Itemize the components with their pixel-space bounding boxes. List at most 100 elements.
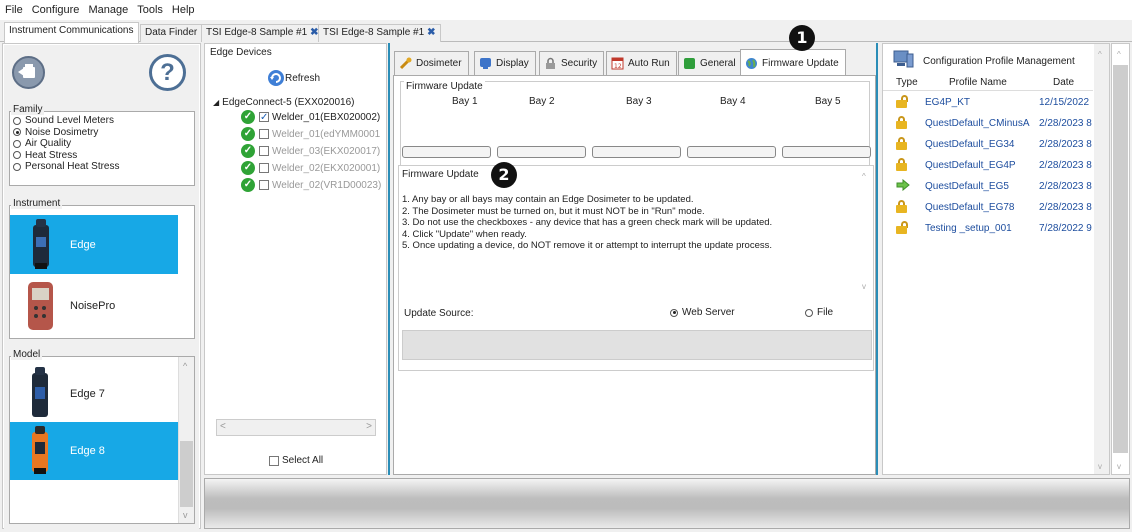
tab-instrument-communications[interactable]: Instrument Communications [4,22,139,43]
tab-firmware-update[interactable]: Firmware Update [740,49,846,76]
refresh-label: Refresh [285,72,321,84]
device-row[interactable]: ✓ Welder_03(EKX020017) [241,144,380,158]
device-checkbox[interactable] [259,146,269,156]
menu-configure[interactable]: Configure [32,4,80,16]
select-all-checkbox[interactable]: Select All [269,455,323,466]
tab-general[interactable]: General [678,51,743,75]
refresh-button[interactable]: Refresh [267,66,323,90]
family-option[interactable]: Personal Heat Stress [10,161,194,173]
select-all-label: Select All [282,455,324,466]
scroll-up-icon[interactable]: ^ [183,361,187,371]
tab-label: General [700,58,736,69]
tree-hscrollbar[interactable]: < > [216,419,376,436]
device-row[interactable]: ✓ Welder_01(edYMM0001 [241,127,380,141]
scroll-down-icon[interactable]: v [183,510,188,520]
family-option[interactable]: Noise Dosimetry [10,127,194,139]
profile-row[interactable]: QuestDefault_EG78 2/28/2023 8 [883,197,1093,218]
tab-tsi-edge-8-sample-1[interactable]: TSI Edge-8 Sample #1 ✖ [201,24,324,42]
instruction-line: 4. Click "Update" when ready. [402,228,527,240]
close-icon[interactable]: ✖ [427,27,435,38]
device-name: Welder_01(EBX020002) [272,111,381,123]
profile-scrollbar[interactable]: ^ v [1094,44,1109,474]
scroll-up-icon[interactable]: ^ [1117,50,1121,59]
instrument-label: Edge [70,238,96,251]
device-checkbox[interactable]: ✓ [259,112,269,123]
lock-icon [896,137,907,150]
callout-2: 2 [491,162,517,188]
tab-label: Auto Run [628,58,670,69]
instrument-item-edge[interactable]: Edge [10,215,178,274]
device-row[interactable]: ✓ ✓ Welder_01(EBX020002) [241,110,380,124]
menu-manage[interactable]: Manage [88,4,128,16]
scrollbar-thumb[interactable] [1113,65,1128,453]
device-checkbox[interactable] [259,129,269,139]
column-header-profile-name[interactable]: Profile Name [949,77,1007,88]
device-row[interactable]: ✓ Welder_02(VR1D00023) [241,178,381,192]
scrollbar-thumb[interactable] [180,441,193,507]
scroll-down-icon[interactable]: v [1098,462,1102,471]
instrument-item-noisepro[interactable]: NoisePro [10,276,178,336]
profile-name: Testing _setup_001 [925,223,1012,234]
tab-auto-run[interactable]: 12 Auto Run [606,51,677,75]
column-header-type[interactable]: Type [896,77,918,88]
profile-row[interactable]: EG4P_KT 12/15/2022 [883,92,1093,113]
family-option[interactable]: Heat Stress [10,150,194,162]
bay-label: Bay 3 [626,96,652,107]
profile-row[interactable]: QuestDefault_CMinusA 2/28/2023 8 [883,113,1093,134]
profile-date: 7/28/2022 9 [1039,223,1092,234]
scroll-down-icon[interactable]: v [1117,462,1121,471]
column-header-date[interactable]: Date [1053,77,1074,88]
source-web-server-radio[interactable]: Web Server [667,307,735,318]
menu-help[interactable]: Help [172,4,195,16]
scroll-left-icon[interactable]: < [220,421,226,432]
model-item-edge-8[interactable]: Edge 8 [10,422,178,480]
tab-security[interactable]: Security [539,51,605,75]
source-file-radio[interactable]: File [802,307,833,318]
device-name: Welder_03(EKX020017) [272,145,381,157]
device-checkbox[interactable] [259,180,269,190]
profile-name: QuestDefault_EG4P [925,160,1016,171]
tree-root-label: EdgeConnect-5 (EXX020016) [222,97,355,108]
profile-name: QuestDefault_EG34 [925,139,1015,150]
tab-dosimeter[interactable]: Dosimeter [394,51,469,75]
update-status-bar [402,330,872,360]
tab-tsi-edge-8-sample-1-b[interactable]: TSI Edge-8 Sample #1 ✖ [318,24,441,42]
arrow-right-icon [896,179,910,191]
family-option[interactable]: Air Quality [10,138,194,150]
device-checkbox[interactable] [259,163,269,173]
instructions-scrollbar[interactable]: ^ v [859,172,873,294]
scroll-right-icon[interactable]: > [366,421,372,432]
instructions-list: 1. Any bay or all bays may contain an Ed… [402,194,852,252]
bay-label: Bay 5 [815,96,841,107]
menu-file[interactable]: File [5,4,23,16]
profile-row[interactable]: Testing _setup_001 7/28/2022 9 [883,218,1093,239]
tree-root[interactable]: ◢ EdgeConnect-5 (EXX020016) [213,97,354,108]
tab-data-finder[interactable]: Data Finder [140,24,203,42]
status-bar [204,478,1130,529]
collapse-icon[interactable]: ◢ [213,98,219,107]
option-label: Web Server [682,307,735,318]
model-item-edge-7[interactable]: Edge 7 [10,363,178,424]
scroll-up-icon[interactable]: ^ [1098,50,1102,59]
tab-label: Display [496,58,529,69]
option-label: Air Quality [25,138,72,150]
help-button[interactable]: ? [149,54,186,91]
bay-2-progress-bar [497,146,586,158]
outer-scrollbar[interactable]: ^ v [1111,43,1130,475]
lock-icon [896,158,907,171]
profile-row[interactable]: QuestDefault_EG4P 2/28/2023 8 [883,155,1093,176]
tab-display[interactable]: Display [474,51,536,75]
check-icon: ✓ [241,161,255,175]
scroll-down-icon[interactable]: v [862,282,866,291]
family-option[interactable]: Sound Level Meters [10,115,194,127]
device-row[interactable]: ✓ Welder_02(EKX020001) [241,161,380,175]
model-group: Edge 7 Edge 8 ^ v [9,356,195,524]
menu-tools[interactable]: Tools [137,4,163,16]
scroll-up-icon[interactable]: ^ [862,172,866,181]
option-label: Sound Level Meters [25,115,114,127]
profile-row[interactable]: QuestDefault_EG5 2/28/2023 8 [883,176,1093,197]
tab-label: Instrument Communications [9,25,134,36]
profile-row[interactable]: QuestDefault_EG34 2/28/2023 8 [883,134,1093,155]
model-scrollbar[interactable]: ^ v [178,357,194,523]
back-button[interactable] [12,56,45,89]
